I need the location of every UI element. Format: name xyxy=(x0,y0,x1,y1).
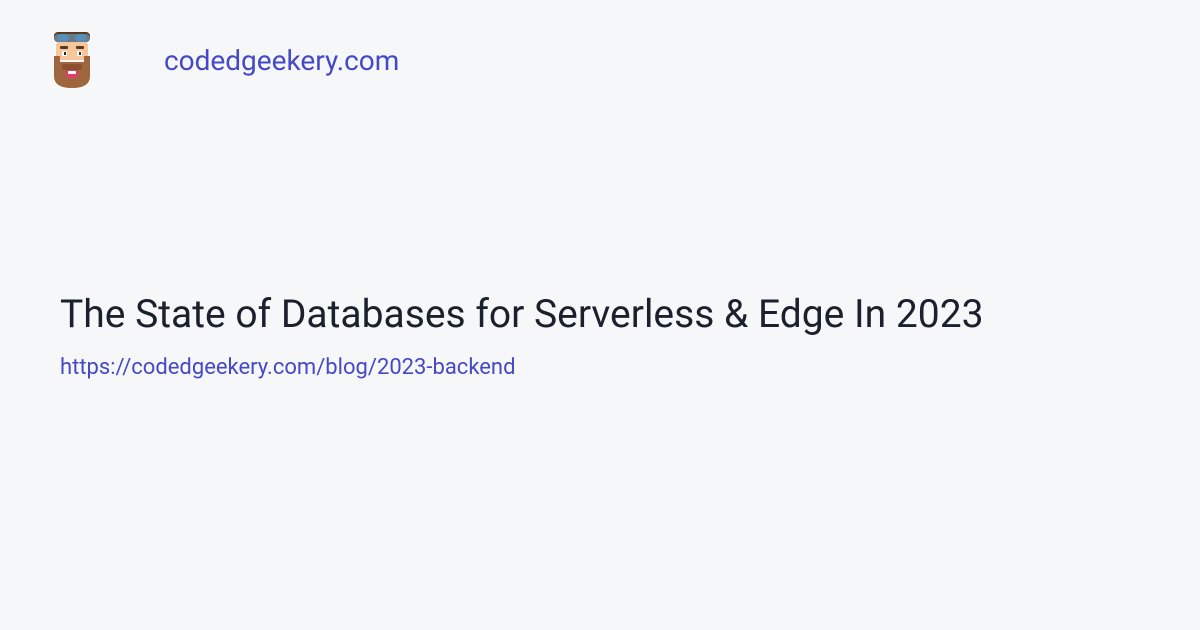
page-title: The State of Databases for Serverless & … xyxy=(60,290,1140,339)
content: The State of Databases for Serverless & … xyxy=(60,290,1140,380)
header: codedgeekery.com xyxy=(40,28,399,92)
site-name: codedgeekery.com xyxy=(164,44,399,77)
page-url: https://codedgeekery.com/blog/2023-backe… xyxy=(60,355,1140,380)
avatar xyxy=(40,28,104,92)
